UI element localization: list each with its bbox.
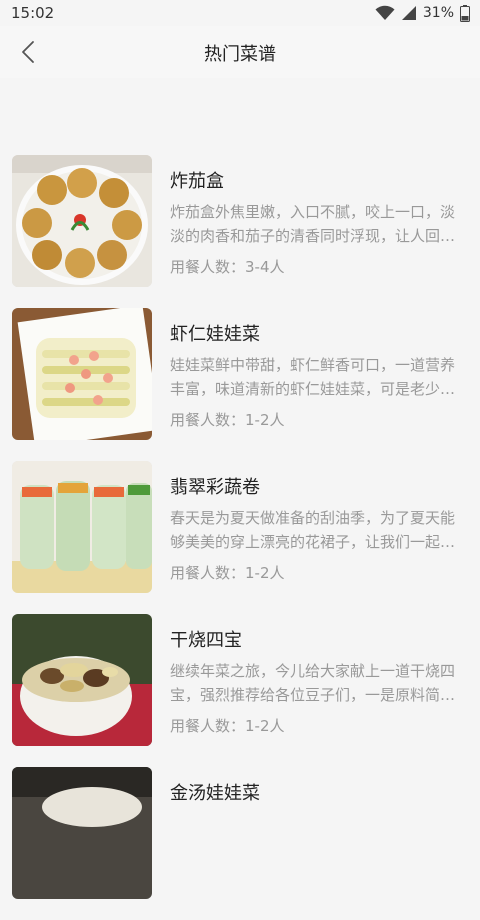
nav-bar: 热门菜谱: [0, 26, 480, 78]
recipe-servings: 用餐人数：1-2人: [170, 717, 285, 735]
recipe-photo: [12, 461, 152, 593]
recipe-description: 春天是为夏天做准备的刮油季，为了夏天能够美美的穿上漂亮的花裙子，让我们一起来做这…: [170, 509, 456, 551]
recipe-title: 虾仁娃娃菜: [170, 324, 260, 345]
cell-signal-icon: [401, 5, 417, 21]
recipe-item[interactable]: 金汤娃娃菜: [0, 767, 480, 920]
recipe-list: 炸茄盒 炸茄盒外焦里嫩，入口不腻，咬上一口，淡淡的肉香和茄子的清香同时浮现，让人…: [0, 155, 480, 920]
recipe-item[interactable]: 翡翠彩蔬卷 春天是为夏天做准备的刮油季，为了夏天能够美美的穿上漂亮的花裙子，让我…: [0, 461, 480, 614]
recipe-description: 娃娃菜鲜中带甜，虾仁鲜香可口，一道营养丰富，味道清新的虾仁娃娃菜，可是老少皆宜。: [170, 356, 456, 398]
recipe-title: 金汤娃娃菜: [170, 783, 260, 804]
recipe-title: 翡翠彩蔬卷: [170, 477, 260, 498]
recipe-item[interactable]: 虾仁娃娃菜 娃娃菜鲜中带甜，虾仁鲜香可口，一道营养丰富，味道清新的虾仁娃娃菜，可…: [0, 308, 480, 461]
recipe-item[interactable]: 炸茄盒 炸茄盒外焦里嫩，入口不腻，咬上一口，淡淡的肉香和茄子的清香同时浮现，让人…: [0, 155, 480, 308]
recipe-servings: 用餐人数：1-2人: [170, 411, 285, 429]
recipe-servings: 用餐人数：1-2人: [170, 564, 285, 582]
recipe-servings: 用餐人数：3-4人: [170, 258, 285, 276]
recipe-photo: [12, 614, 152, 746]
battery-icon: [460, 4, 470, 22]
status-icons: 31%: [375, 4, 470, 22]
battery-text: 31%: [422, 5, 454, 21]
recipe-description: 炸茄盒外焦里嫩，入口不腻，咬上一口，淡淡的肉香和茄子的清香同时浮现，让人回味无穷…: [170, 203, 456, 245]
wifi-icon: [375, 5, 395, 21]
recipe-title: 干烧四宝: [170, 630, 242, 651]
recipe-photo: [12, 308, 152, 440]
recipe-photo: [12, 155, 152, 287]
status-bar: 15:02 31%: [0, 0, 480, 26]
recipe-item[interactable]: 干烧四宝 继续年菜之旅，今儿给大家献上一道干烧四宝，强烈推荐给各位豆子们，一是原…: [0, 614, 480, 767]
recipe-description: 继续年菜之旅，今儿给大家献上一道干烧四宝，强烈推荐给各位豆子们，一是原料简单，二…: [170, 662, 456, 704]
status-time: 15:02: [11, 4, 55, 22]
recipe-photo: [12, 767, 152, 899]
page-title: 热门菜谱: [204, 44, 276, 65]
recipe-title: 炸茄盒: [170, 171, 224, 192]
